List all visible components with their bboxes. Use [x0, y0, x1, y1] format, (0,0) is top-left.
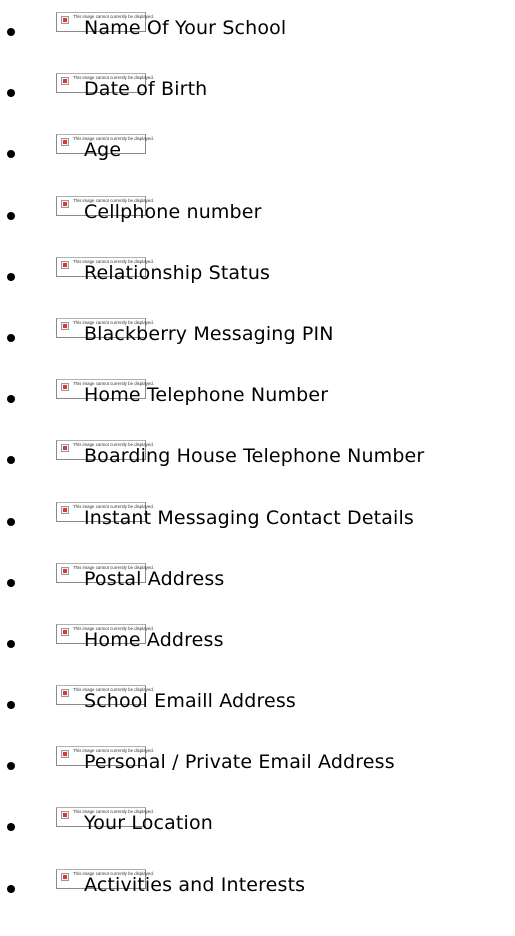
bullet-icon: [7, 517, 15, 526]
broken-image-icon: [61, 627, 69, 636]
item-label: Activities and Interests: [84, 873, 306, 896]
broken-image-icon: [61, 872, 69, 881]
broken-image-icon: [61, 689, 69, 698]
list-item: This image cannot currently be displayed…: [0, 500, 515, 561]
bullet-icon: [7, 89, 15, 98]
item-label: Instant Messaging Contact Details: [84, 506, 414, 529]
broken-image-icon: [61, 505, 69, 514]
bullet-icon: [7, 884, 15, 893]
bullet-icon: [7, 639, 15, 648]
list-item: This image cannot currently be displayed…: [0, 71, 515, 132]
bullet-icon: [7, 578, 15, 587]
item-label: Boarding House Telephone Number: [84, 445, 425, 468]
item-label: Cellphone number: [84, 200, 262, 223]
list-item: This image cannot currently be displayed…: [0, 194, 515, 255]
bullet-icon: [7, 701, 15, 710]
item-label: Home Telephone Number: [84, 384, 329, 407]
item-label: Date of Birth: [84, 78, 208, 101]
bullet-icon: [7, 28, 15, 36]
list-item: This image cannot currently be displayed…: [0, 622, 515, 683]
broken-image-icon: [61, 383, 69, 392]
broken-image-icon: [61, 138, 69, 147]
list-item: This image cannot currently be displayed…: [0, 805, 515, 866]
broken-image-icon: [61, 77, 69, 86]
bullet-icon: [7, 211, 15, 220]
bullet-icon: [7, 762, 15, 771]
item-label: Home Address: [84, 628, 224, 651]
list-item: This image cannot currently be displayed…: [0, 744, 515, 805]
broken-image-icon: [61, 566, 69, 575]
broken-image-icon: [61, 321, 69, 330]
broken-image-icon: [61, 811, 69, 820]
bullet-icon: [7, 456, 15, 465]
broken-image-icon: [61, 444, 69, 453]
list-item: This image cannot currently be displayed…: [0, 132, 515, 193]
broken-image-icon: [61, 16, 69, 24]
bulleted-list: This image cannot currently be displayed…: [0, 10, 515, 928]
item-label: Personal / Private Email Address: [84, 751, 395, 774]
item-label: Postal Address: [84, 567, 225, 590]
list-item: This image cannot currently be displayed…: [0, 561, 515, 622]
list-item: This image cannot currently be displayed…: [0, 10, 515, 71]
bullet-icon: [7, 272, 15, 281]
item-label: Your Location: [84, 812, 213, 835]
list-item: This image cannot currently be displayed…: [0, 438, 515, 499]
item-label: Age: [84, 139, 122, 162]
broken-image-icon: [61, 750, 69, 759]
list-item: This image cannot currently be displayed…: [0, 377, 515, 438]
bullet-icon: [7, 333, 15, 342]
bullet-icon: [7, 395, 15, 404]
list-item: This image cannot currently be displayed…: [0, 683, 515, 744]
item-label: Relationship Status: [84, 261, 271, 284]
broken-image-icon: [61, 260, 69, 269]
item-label: Name Of Your School: [84, 17, 287, 39]
bullet-icon: [7, 823, 15, 832]
bullet-icon: [7, 150, 15, 159]
broken-image-icon: [61, 199, 69, 208]
list-item: This image cannot currently be displayed…: [0, 316, 515, 377]
list-item: This image cannot currently be displayed…: [0, 867, 515, 928]
list-item: This image cannot currently be displayed…: [0, 255, 515, 316]
item-label: School Emaill Address: [84, 690, 296, 713]
item-label: Blackberry Messaging PIN: [84, 322, 334, 345]
